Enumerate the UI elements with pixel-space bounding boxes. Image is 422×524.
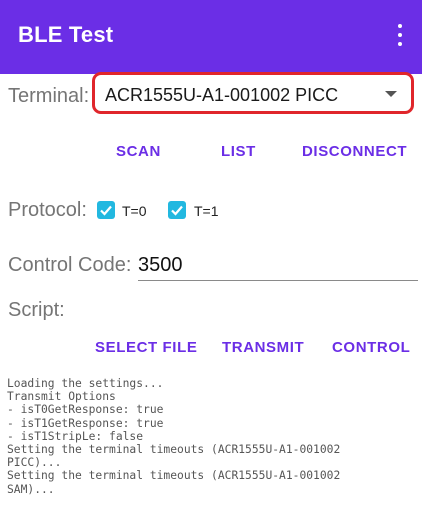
checkmark-icon bbox=[100, 205, 112, 216]
log-output: Loading the settings... Transmit Options… bbox=[7, 377, 341, 496]
disconnect-button[interactable]: DISCONNECT bbox=[302, 143, 407, 160]
t1-checkbox[interactable] bbox=[168, 201, 186, 219]
control-code-label: Control Code: bbox=[8, 254, 132, 276]
script-label: Script: bbox=[8, 299, 65, 321]
control-code-input[interactable]: 3500 bbox=[138, 254, 183, 277]
terminal-selected-value: ACR1555U-A1-001002 PICC bbox=[105, 85, 339, 105]
terminal-dropdown[interactable]: ACR1555U-A1-001002 PICC bbox=[92, 72, 414, 114]
app-title: BLE Test bbox=[18, 22, 114, 47]
checkmark-icon bbox=[171, 205, 183, 216]
control-code-underline bbox=[138, 280, 418, 281]
select-file-button[interactable]: SELECT FILE bbox=[95, 339, 197, 356]
app-bar: BLE Test bbox=[0, 0, 422, 74]
scan-button[interactable]: SCAN bbox=[116, 143, 161, 160]
t0-checkbox[interactable] bbox=[97, 201, 115, 219]
list-button[interactable]: LIST bbox=[221, 143, 256, 160]
terminal-label: Terminal: bbox=[8, 85, 90, 107]
more-vert-icon[interactable] bbox=[390, 22, 410, 50]
protocol-label: Protocol: bbox=[8, 199, 87, 221]
transmit-button[interactable]: TRANSMIT bbox=[222, 339, 304, 356]
t1-checkbox-label: T=1 bbox=[194, 203, 219, 219]
dropdown-arrow-icon bbox=[385, 91, 397, 97]
control-button[interactable]: CONTROL bbox=[332, 339, 410, 356]
t0-checkbox-label: T=0 bbox=[122, 203, 147, 219]
